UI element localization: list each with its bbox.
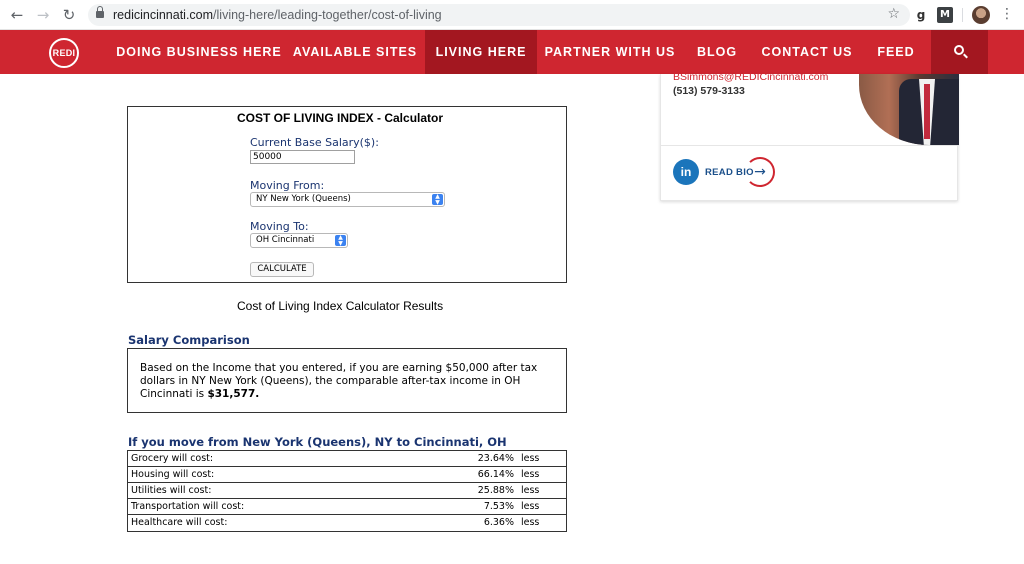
toolbar-divider [962, 8, 963, 22]
cost-of-living-calculator: COST OF LIVING INDEX - Calculator Curren… [127, 106, 567, 283]
table-row: Utilities will cost: 25.88% less [128, 483, 566, 499]
moving-to-label: Moving To: [250, 220, 309, 233]
select-arrows-icon: ▲ ▼ [432, 194, 443, 205]
moving-to-value: OH Cincinnati [256, 235, 315, 245]
grammarly-extension-icon[interactable]: g [914, 7, 928, 23]
menu-kebab-icon[interactable]: ⋮ [1000, 6, 1014, 24]
nav-contact-us[interactable]: CONTACT US [758, 30, 856, 74]
comparable-salary: $31,577. [207, 388, 260, 400]
nav-feed[interactable]: FEED [870, 30, 922, 74]
nav-living-here[interactable]: LIVING HERE [425, 30, 537, 74]
mail-extension-icon[interactable]: M [937, 7, 953, 23]
moving-from-value: NY New York (Queens) [256, 194, 351, 204]
nav-blog[interactable]: BLOG [690, 30, 744, 74]
nav-doing-business-here[interactable]: DOING BUSINESS HERE [116, 30, 282, 74]
site-navigation: REDI DOING BUSINESS HERE AVAILABLE SITES… [0, 30, 1024, 74]
contact-portrait [859, 74, 959, 145]
moving-from-select[interactable]: NY New York (Queens) ▲ ▼ [250, 192, 445, 207]
nav-available-sites[interactable]: AVAILABLE SITES [290, 30, 420, 74]
moving-to-select[interactable]: OH Cincinnati ▲ ▼ [250, 233, 348, 248]
moving-from-label: Moving From: [250, 179, 325, 192]
table-row: Healthcare will cost: 6.36% less [131, 517, 540, 528]
table-row: Grocery will cost: 23.64% less [128, 451, 566, 467]
profile-avatar[interactable] [972, 6, 990, 24]
back-icon[interactable]: ← [8, 6, 26, 24]
results-title: Cost of Living Index Calculator Results [237, 299, 444, 313]
forward-icon[interactable]: → [34, 6, 52, 24]
salary-comparison-box: Based on the Income that you entered, if… [127, 348, 567, 413]
table-row: Transportation will cost: 7.53% less [128, 499, 566, 515]
bookmark-star-icon[interactable]: ☆ [887, 6, 900, 22]
select-arrows-icon: ▲ ▼ [335, 235, 346, 246]
nav-partner-with-us[interactable]: PARTNER WITH US [541, 30, 679, 74]
salary-input[interactable]: 50000 [250, 150, 355, 164]
salary-label: Current Base Salary($): [250, 136, 379, 149]
card-divider [661, 145, 959, 146]
table-row: Housing will cost: 66.14% less [128, 467, 566, 483]
arrow-right-icon[interactable]: → [745, 157, 775, 187]
salary-comparison-heading: Salary Comparison [128, 333, 250, 347]
salary-comparison-text: Based on the Income that you entered, if… [140, 362, 538, 400]
contact-email[interactable]: BSimmons@REDICincinnati.com [673, 71, 828, 83]
contact-phone: (513) 579-3133 [673, 85, 745, 97]
calculator-title: COST OF LIVING INDEX - Calculator [237, 111, 444, 125]
lock-icon [96, 6, 104, 19]
cost-comparison-table: Grocery will cost: 23.64% less Housing w… [127, 450, 567, 532]
linkedin-icon[interactable]: in [673, 159, 699, 185]
url-text: redicincinnati.com/living-here/leading-t… [113, 8, 442, 22]
move-comparison-heading: If you move from New York (Queens), NY t… [128, 435, 507, 449]
search-icon [954, 45, 964, 55]
reload-icon[interactable]: ↻ [60, 6, 78, 24]
calculate-button[interactable]: CALCULATE [250, 262, 314, 277]
redi-logo[interactable]: REDI [49, 38, 79, 68]
contact-card: BSimmons@REDICincinnati.com (513) 579-31… [660, 71, 959, 201]
browser-toolbar: ← → ↻ redicincinnati.com/living-here/lea… [0, 0, 1024, 30]
address-bar[interactable]: redicincinnati.com/living-here/leading-t… [88, 4, 910, 26]
search-button[interactable] [931, 30, 988, 74]
